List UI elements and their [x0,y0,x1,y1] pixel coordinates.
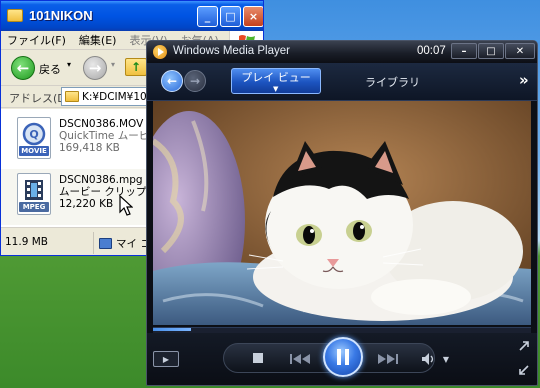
media-player-logo-icon [153,45,167,59]
minimize-icon: _ [204,10,211,23]
menu-file[interactable]: ファイル(F) [7,32,66,48]
player-close-button[interactable]: ✕ [505,43,535,59]
back-label[interactable]: 戻る [39,61,61,77]
quicktime-movie-icon: Q MOVIE [17,117,51,159]
stop-button[interactable] [251,351,265,365]
volume-button[interactable] [421,351,437,367]
volume-dropdown[interactable]: ▼ [441,352,451,366]
switch-view-button[interactable]: ▶ [153,351,179,367]
file-type: QuickTime ムービー [59,130,160,142]
mpeg-clip-icon: MPEG [17,173,51,215]
svg-text:Q: Q [29,128,38,141]
maximize-button[interactable]: □ [220,6,241,27]
file-size: 169,418 KB [59,142,120,154]
stop-icon [253,353,263,363]
fullscreen-button[interactable] [517,339,531,353]
player-back-button[interactable]: ← [161,70,183,92]
media-player-window: Windows Media Player 00:07 – □ ✕ ← → プレイ… [146,40,538,386]
status-divider [93,232,94,254]
chevron-down-icon: ▼ [273,85,279,93]
pause-icon [337,349,349,365]
expand-icon [519,341,529,351]
maximize-icon: □ [225,10,236,23]
chevron-down-icon: ▼ [442,354,450,364]
previous-icon [290,354,310,364]
player-title-bar[interactable]: Windows Media Player 00:07 – □ ✕ [147,41,537,63]
mouse-cursor-icon [119,195,133,216]
file-type-tag: MOVIE [19,146,49,156]
player-title: Windows Media Player [173,45,290,57]
compact-mode-button[interactable] [517,363,531,377]
close-icon: ✕ [515,45,525,57]
close-icon: × [248,10,259,23]
player-forward-button[interactable]: → [184,70,206,92]
back-arrow-icon: ← [16,59,30,77]
file-type-tag: MPEG [19,202,49,212]
file-name: DSCN0386.MOV [59,118,144,130]
tab-now-playing-label: プレイ ビュー [241,71,311,84]
file-size: 12,220 KB [59,198,114,210]
previous-button[interactable] [287,351,315,367]
video-display[interactable] [153,101,531,325]
playback-controls: ▶ ▼ [147,333,537,385]
next-button[interactable] [373,351,401,367]
folder-icon [7,9,23,22]
status-size: 11.9 MB [5,236,48,248]
forward-dropdown[interactable]: ▾ [111,60,115,69]
menu-edit[interactable]: 編集(E) [79,32,117,48]
more-tabs-button[interactable]: » [519,71,529,89]
back-arrow-icon: ← [166,74,178,88]
play-small-icon: ▶ [162,354,170,364]
minimize-icon: – [461,45,467,57]
tab-now-playing[interactable]: プレイ ビュー ▼ [231,68,321,94]
speaker-icon [422,353,434,365]
tab-library[interactable]: ライブラリ [365,74,420,90]
collapse-icon [519,365,529,375]
close-button[interactable]: × [243,6,263,27]
maximize-icon: □ [486,45,496,57]
player-nav-bar: ← → プレイ ビュー ▼ ライブラリ » [147,63,537,101]
address-value: K:¥DCIM¥101 [82,90,154,103]
folder-up-button[interactable]: ↑ [125,58,147,76]
seek-progress [153,328,191,331]
minimize-button[interactable]: _ [197,6,218,27]
next-icon [378,354,398,364]
explorer-title: 101NIKON [29,8,93,23]
forward-arrow-icon: → [88,59,102,77]
pause-button[interactable] [323,337,363,377]
forward-button[interactable]: → [83,56,107,80]
file-type: ムービー クリップ [59,186,147,198]
elapsed-time: 00:07 [417,45,446,57]
up-arrow-icon: ↑ [130,60,142,74]
explorer-title-bar[interactable]: 101NIKON _ □ × [1,1,263,31]
file-name: DSCN0386.mpg [59,174,143,186]
back-button[interactable]: ← [11,56,35,80]
player-maximize-button[interactable]: □ [478,43,504,59]
player-minimize-button[interactable]: – [451,43,477,59]
folder-icon [65,91,79,102]
back-dropdown[interactable]: ▾ [67,60,71,69]
computer-icon [99,238,112,249]
cat-video-frame [153,101,531,325]
forward-arrow-icon: → [189,74,201,88]
